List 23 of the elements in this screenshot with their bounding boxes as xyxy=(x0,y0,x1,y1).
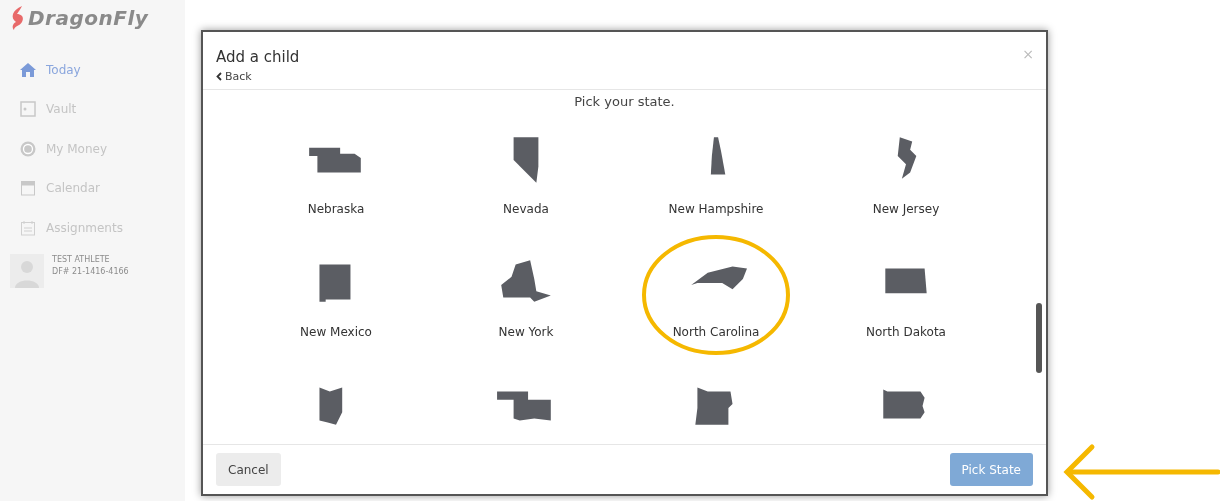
state-name[interactable]: New Mexico xyxy=(300,325,372,339)
dollar-coin-icon xyxy=(20,140,36,157)
home-icon xyxy=(20,62,36,77)
state-map-shape xyxy=(691,266,747,290)
scrollbar-thumb[interactable] xyxy=(1036,303,1042,373)
state-name[interactable]: Nevada xyxy=(503,202,549,216)
dialog-title: Add a child xyxy=(216,48,300,66)
safe-icon xyxy=(20,101,36,118)
state-name[interactable]: North Dakota xyxy=(866,325,946,339)
cancel-button[interactable]: Cancel xyxy=(216,453,281,486)
state-name[interactable]: New Hampshire xyxy=(668,202,764,216)
logo-icon xyxy=(10,6,26,30)
calendar-icon xyxy=(20,219,36,236)
back-link[interactable]: Back xyxy=(216,70,252,83)
user-name: TEST ATHLETE xyxy=(52,253,111,266)
state-name[interactable]: Nebraska xyxy=(307,202,365,216)
user-id: DF# 21-1416-4166 xyxy=(52,265,129,278)
chevron-left-icon xyxy=(216,72,222,81)
prompt-text: Pick your state. xyxy=(573,94,676,109)
calendar-icon xyxy=(20,180,36,197)
state-name[interactable]: New York xyxy=(498,325,554,339)
state-name[interactable]: New Jersey xyxy=(872,202,940,216)
state-name[interactable]: North Carolina xyxy=(672,325,760,339)
